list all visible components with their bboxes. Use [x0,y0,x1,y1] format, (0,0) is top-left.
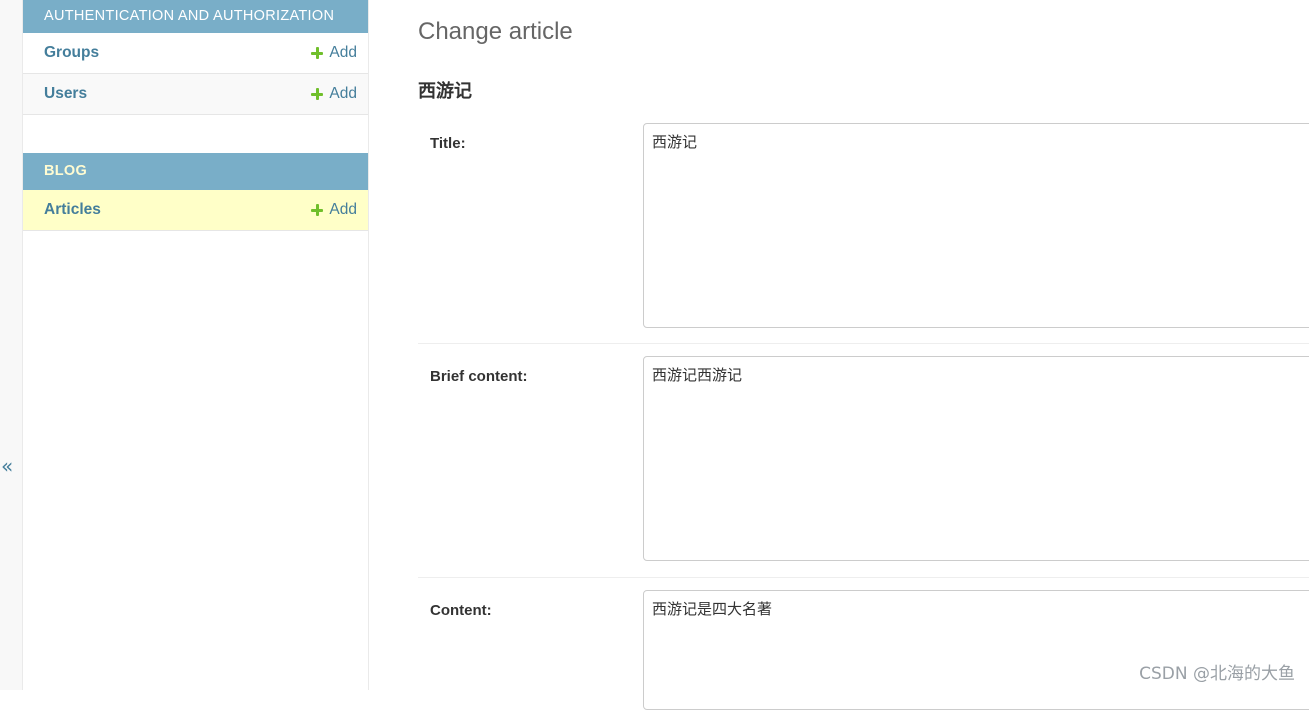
users-link[interactable]: Users [44,74,87,114]
change-form: Change article 西游记 Title: 西游记 Brief cont… [418,0,1309,710]
sidebar-item-groups: Groups Add [23,33,368,74]
module-blog: BLOG Articles Add [23,153,368,231]
module-auth: AUTHENTICATION AND AUTHORIZATION Groups … [23,0,368,115]
page-title: Change article [418,18,573,45]
add-user-label: Add [329,85,357,102]
add-article-button[interactable]: Add [311,190,357,230]
sidebar-nav: AUTHENTICATION AND AUTHORIZATION Groups … [23,0,369,690]
module-caption-auth[interactable]: AUTHENTICATION AND AUTHORIZATION [23,0,368,33]
add-article-label: Add [329,201,357,218]
module-caption-blog[interactable]: BLOG [23,153,368,190]
collapse-sidebar-icon[interactable]: « [1,452,13,480]
groups-link[interactable]: Groups [44,33,99,73]
add-user-button[interactable]: Add [311,74,357,114]
articles-link[interactable]: Articles [44,190,101,230]
form-row-brief-content: Brief content: 西游记西游记 [418,344,1309,578]
brief-content-label: Brief content: [430,368,528,385]
form-row-content: Content: 西游记是四大名著 [418,578,1309,710]
object-title: 西游记 [418,81,472,102]
content-label: Content: [430,602,492,619]
title-textarea[interactable]: 西游记 [643,123,1309,328]
add-group-button[interactable]: Add [311,33,357,73]
plus-icon [311,204,324,216]
brief-content-textarea[interactable]: 西游记西游记 [643,356,1309,561]
sidebar-item-articles: Articles Add [23,190,368,231]
plus-icon [311,88,324,100]
sidebar-item-users: Users Add [23,74,368,115]
add-group-label: Add [329,44,357,61]
sidebar-toggle[interactable]: « [0,0,23,690]
title-label: Title: [430,135,466,152]
form-row-title: Title: 西游记 [418,123,1309,344]
content-textarea[interactable]: 西游记是四大名著 [643,590,1309,710]
plus-icon [311,47,324,59]
